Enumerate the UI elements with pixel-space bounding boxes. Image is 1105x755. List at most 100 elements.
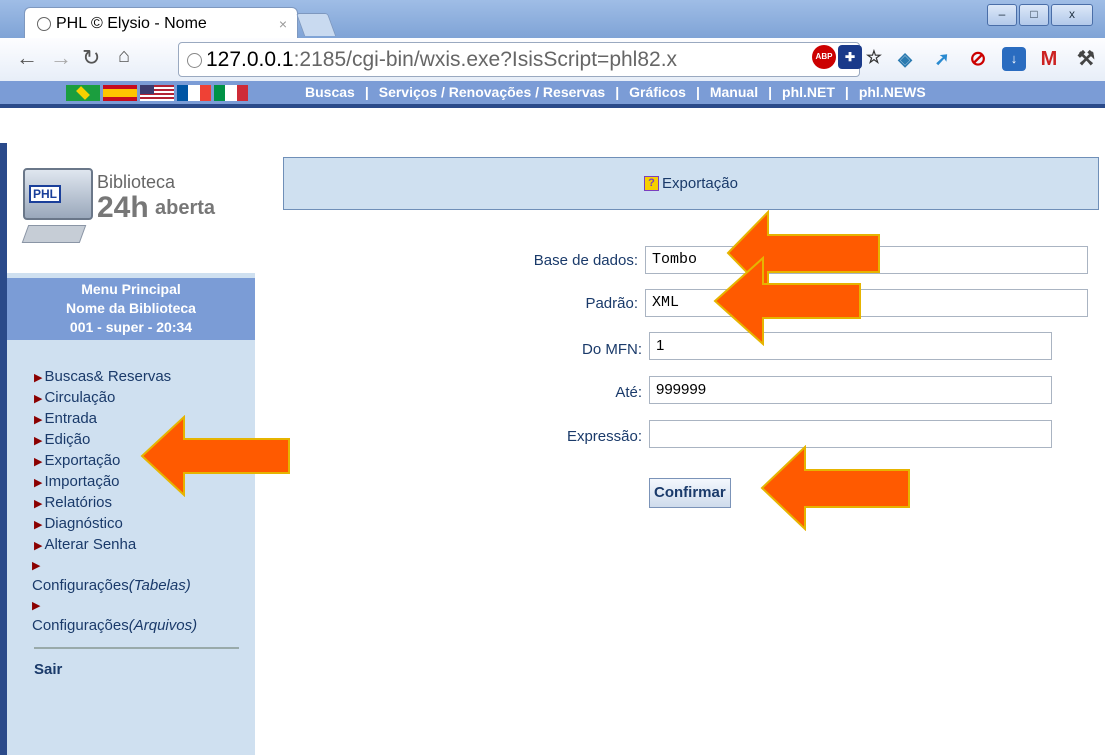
triangle-icon: ▶ [32, 600, 41, 612]
nav-separator: | [615, 84, 620, 100]
nav-link-buscas[interactable]: Buscas [305, 84, 355, 100]
nav-link-phl-news[interactable]: phl.NEWS [859, 84, 926, 100]
top-nav-links: Buscas | Serviços / Renovações / Reservas |… [305, 84, 926, 100]
menu-item-alterar-senha[interactable]: ▶ Alterar Senha [34, 535, 197, 556]
nav-separator: | [844, 84, 849, 100]
logout-link[interactable]: Sair [34, 661, 62, 678]
triangle-icon: ▶ [34, 435, 43, 447]
phl-logo-badge: PHL [29, 185, 61, 203]
expression-field[interactable] [649, 420, 1052, 448]
confirm-button[interactable]: Confirmar [649, 478, 731, 508]
tab-title: PHL © Elysio - Nome [56, 14, 207, 32]
triangle-icon: ▶ [34, 393, 43, 405]
browser-tab[interactable]: PHL © Elysio - Nome × [24, 7, 298, 39]
tab-close-icon[interactable]: × [279, 16, 287, 32]
nav-link-manual[interactable]: Manual [710, 84, 758, 100]
france-flag-icon[interactable] [177, 85, 211, 101]
menu-title: Menu Principal [81, 281, 181, 297]
menu-item-diagnostico[interactable]: ▶ Diagnóstico [34, 514, 197, 535]
help-icon[interactable]: ? [644, 176, 660, 191]
session-info: 001 - super - 20:34 [69, 319, 193, 335]
menu-item-label: Configurações [32, 577, 129, 594]
forward-icon[interactable]: → [50, 45, 72, 71]
format-label: Padrão: [585, 295, 638, 312]
wrench-icon[interactable]: ⚒ [1074, 47, 1098, 71]
brazil-flag-icon[interactable] [66, 85, 100, 101]
page-header: ? Exportação [283, 157, 1099, 210]
nav-separator: | [768, 84, 773, 100]
menu-item-label: Configurações [32, 617, 129, 634]
sidebar-edge [0, 143, 7, 755]
globe-icon [37, 16, 51, 31]
keyboard-icon [21, 225, 87, 243]
annotation-arrow-confirm [760, 445, 910, 531]
nav-link-phl-net[interactable]: phl.NET [782, 84, 835, 100]
library-logo[interactable]: PHL Biblioteca 24h aberta [7, 143, 255, 273]
menu-item-buscas[interactable]: ▶ Buscas& Reservas [34, 367, 197, 388]
menu-item-circulacao[interactable]: ▶ Circulação [34, 388, 197, 409]
url-host: 127.0.0.1 [206, 48, 294, 71]
top-nav-bar: Buscas | Serviços / Renovações / Reservas |… [0, 81, 1105, 104]
menu-item-label: Circulação [44, 389, 116, 406]
reload-icon[interactable]: ↻ [82, 45, 100, 71]
menu-item-label: Alterar Senha [44, 536, 137, 553]
triangle-icon: ▶ [34, 540, 43, 552]
triangle-icon: ▶ [34, 414, 43, 426]
triangle-icon: ▶ [34, 456, 43, 468]
browser-toolbar: ← → ↻ ⌂ 127.0.0.1:2185/cgi-bin/wxis.exe?… [0, 38, 1105, 82]
menu-item-config-tabelas[interactable]: ▶ Configurações(Tabelas) [32, 556, 197, 596]
triangle-icon: ▶ [34, 477, 43, 489]
new-tab-button[interactable] [295, 13, 337, 36]
menu-item-label: Edição [44, 431, 91, 448]
triangle-icon: ▶ [34, 519, 43, 531]
twitter-bird-icon[interactable]: ➚ [930, 47, 954, 71]
expression-label: Expressão: [566, 428, 642, 445]
mfn-from-label: Do MFN: [582, 341, 642, 358]
window-titlebar: PHL © Elysio - Nome × – □ x [0, 0, 1105, 39]
menu-item-label-em: (Tabelas) [128, 577, 191, 594]
uk-flag-icon[interactable]: ✚ [838, 45, 862, 69]
main-menu: ▶ Buscas& Reservas ▶ Circulação ▶ Entrada ▶… [32, 367, 197, 636]
menu-header: Menu Principal Nome da Biblioteca 001 - … [7, 278, 255, 340]
nav-link-graficos[interactable]: Gráficos [629, 84, 686, 100]
menu-item-config-arquivos[interactable]: ▶ Configurações(Arquivos) [32, 596, 197, 636]
menu-item-label-em: (Arquivos) [128, 617, 198, 634]
usa-flag-icon[interactable] [140, 85, 174, 101]
menu-item-label: Importação [44, 473, 120, 490]
back-icon[interactable]: ← [16, 45, 38, 71]
triangle-icon: ▶ [34, 372, 43, 384]
logo-line3: aberta [155, 197, 216, 219]
menu-divider [34, 647, 239, 649]
download-icon[interactable]: ↓ [1002, 47, 1026, 71]
menu-item-label: Diagnóstico [44, 515, 123, 532]
nav-separator: | [695, 84, 700, 100]
minimize-button[interactable]: – [987, 4, 1017, 26]
spain-flag-icon[interactable] [103, 85, 137, 101]
triangle-icon: ▶ [34, 498, 43, 510]
block-icon[interactable]: ⊘ [966, 47, 990, 71]
site-header: Buscas | Serviços / Renovações / Reservas |… [0, 81, 1105, 143]
close-window-button[interactable]: x [1051, 4, 1093, 26]
annotation-arrow-exportacao [140, 415, 290, 497]
mfn-to-field[interactable]: 999999 [649, 376, 1052, 404]
header-divider [0, 104, 1105, 108]
star-icon[interactable]: ☆ [862, 45, 886, 69]
menu-item-label: Relatórios [44, 494, 112, 511]
window-controls: – □ x [985, 4, 1093, 26]
adblock-icon[interactable]: ABP [812, 45, 836, 69]
extension-eye-icon[interactable]: ◈ [893, 47, 917, 71]
page-title: Exportação [662, 175, 738, 192]
maximize-button[interactable]: □ [1019, 4, 1049, 26]
url-path: :2185/cgi-bin/wxis.exe?IsisScript=phl82.… [293, 48, 678, 71]
menu-item-label: Exportação [44, 452, 121, 469]
menu-item-label: Buscas& Reservas [44, 368, 172, 385]
menu-item-label: Entrada [44, 410, 98, 427]
gmail-icon[interactable]: M [1037, 47, 1061, 71]
nav-link-servicos[interactable]: Serviços / Renovações / Reservas [379, 84, 605, 100]
database-label: Base de dados: [533, 252, 638, 269]
address-bar[interactable]: 127.0.0.1:2185/cgi-bin/wxis.exe?IsisScri… [178, 42, 860, 77]
italy-flag-icon[interactable] [214, 85, 248, 101]
home-icon[interactable]: ⌂ [118, 45, 130, 68]
logo-line1: Biblioteca [97, 172, 176, 192]
language-flags [66, 85, 251, 101]
